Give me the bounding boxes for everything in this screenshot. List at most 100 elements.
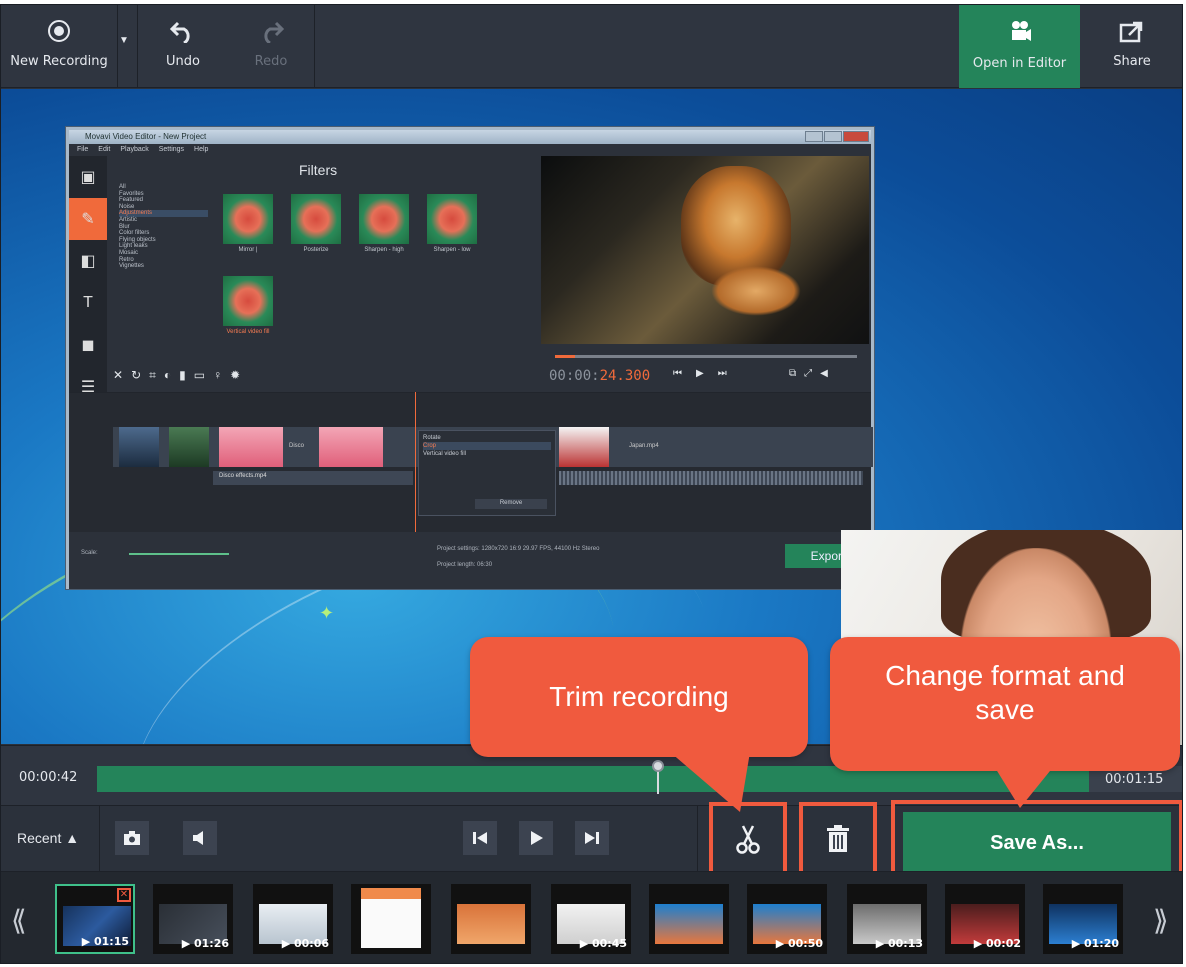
- duration-text: 00:45: [591, 937, 627, 950]
- filters-heading: Filters: [299, 162, 338, 178]
- category-item: Featured: [119, 197, 144, 204]
- image-icon: ▭: [193, 368, 206, 382]
- save-as-button[interactable]: Save As...: [903, 812, 1171, 874]
- rotate-icon: ↻: [131, 368, 142, 382]
- context-item-selected: Crop: [423, 442, 551, 450]
- scale-label: Scale:: [81, 550, 98, 556]
- scroll-left-icon[interactable]: ⟪: [11, 904, 27, 937]
- context-item: Rotate: [423, 435, 441, 441]
- recording-thumbnail[interactable]: ▶ 00:06: [253, 884, 333, 954]
- close-icon: [843, 131, 869, 142]
- camera-icon: [124, 831, 140, 845]
- filter-thumbnail: [223, 194, 273, 244]
- filter-thumbnail: [223, 276, 273, 326]
- open-in-editor-button[interactable]: Open in Editor: [959, 5, 1080, 88]
- toolbar: New Recording ▼ Undo Redo Open in Editor…: [1, 5, 1182, 88]
- project-settings: Project settings: 1280x720 16:9 29.97 FP…: [437, 546, 600, 552]
- filters-wand-icon: ✎: [69, 198, 107, 240]
- recording-thumbnail[interactable]: ▶ 00:45: [551, 884, 631, 954]
- share-icon: [1119, 21, 1143, 43]
- recording-thumbnail[interactable]: [351, 884, 431, 954]
- filter-label: Posterize: [303, 247, 329, 253]
- remove-recording-icon[interactable]: ✕: [117, 888, 131, 902]
- recording-thumbnail[interactable]: ▶ 00:02: [945, 884, 1025, 954]
- recording-thumbnail[interactable]: [451, 884, 531, 954]
- recording-thumbnail[interactable]: ▶ 01:20: [1043, 884, 1123, 954]
- filter-thumbnail: [427, 194, 477, 244]
- prev-icon: ⏮: [673, 368, 682, 379]
- new-recording-button[interactable]: New Recording: [1, 5, 117, 88]
- recording-duration: ▶ 00:50: [775, 937, 823, 950]
- color-icon: ◐: [163, 368, 172, 382]
- skip-back-button[interactable]: [463, 821, 497, 855]
- recording-thumbnail[interactable]: ▶ 00:13: [847, 884, 927, 954]
- share-button[interactable]: Share: [1080, 5, 1182, 88]
- recording-thumbnail[interactable]: ▶ 01:26: [153, 884, 233, 954]
- project-length: Project length: 06:30: [437, 562, 493, 568]
- category-item-selected: Adjustments: [119, 210, 208, 217]
- captured-editor-window: Movavi Video Editor - New Project File E…: [66, 127, 874, 589]
- windows-logo-icon: ✦: [319, 603, 335, 623]
- recording-duration: ▶ 01:20: [1071, 937, 1119, 950]
- timeline-playhead: [415, 392, 416, 532]
- filter-label: Sharpen - high: [364, 247, 404, 253]
- recording-thumbnail[interactable]: ▶ 00:50: [747, 884, 827, 954]
- recent-recordings-strip: ⟪ ✕ ▶ 01:15 ▶ 01:26 ▶ 00:06 ▶ 00:45 ▶ 00…: [1, 871, 1182, 963]
- editor-playback-controls: ⏮ ▶ ⏭: [673, 368, 727, 379]
- share-label: Share: [1113, 54, 1151, 69]
- volume-button[interactable]: [183, 821, 217, 855]
- record-icon: [48, 20, 70, 42]
- skip-back-icon: [473, 832, 487, 844]
- play-button[interactable]: [519, 821, 553, 855]
- menu-item: Edit: [98, 146, 111, 153]
- trim-callout-pointer: [670, 752, 750, 812]
- thumbnail-image: [457, 904, 525, 944]
- mic-icon: ♀: [213, 368, 223, 382]
- remove-button: Remove: [475, 499, 547, 509]
- skip-forward-button[interactable]: [575, 821, 609, 855]
- recording-thumbnail[interactable]: ✕ ▶ 01:15: [55, 884, 135, 954]
- seek-fill: [555, 355, 575, 358]
- maximize-icon: [824, 131, 842, 142]
- open-in-editor-label: Open in Editor: [972, 56, 1067, 71]
- duration-text: 01:20: [1083, 937, 1119, 950]
- stickers-icon: ◼: [81, 337, 95, 354]
- category-item: All: [119, 184, 126, 190]
- editor-view-controls: ⧉ ⤢ ◀: [789, 368, 828, 379]
- crop-icon: ⌗: [149, 368, 156, 382]
- category-item: Retro: [119, 256, 134, 263]
- filter-label: Sharpen - low: [433, 247, 471, 253]
- total-time: 00:01:15: [1105, 772, 1164, 787]
- minimize-icon: [805, 131, 823, 142]
- category-item: Noise: [119, 203, 135, 210]
- category-item: Light leaks: [119, 243, 148, 250]
- new-recording-dropdown-icon[interactable]: ▼: [119, 35, 135, 46]
- recording-duration: ▶ 00:06: [281, 937, 329, 950]
- recording-duration: ▶ 00:45: [579, 937, 627, 950]
- audio-clip-label: Disco effects.mp4: [219, 473, 267, 479]
- playhead-line: [657, 770, 659, 794]
- scroll-right-icon[interactable]: ⟫: [1153, 904, 1169, 937]
- duration-text: 01:26: [193, 937, 229, 950]
- filter-categories: All Favorites Featured Noise Adjustments…: [113, 184, 208, 354]
- recording-duration: ▶ 01:26: [181, 937, 229, 950]
- toolbar-divider: [117, 5, 118, 88]
- cut-icon: ✕: [113, 368, 124, 382]
- recording-thumbnail[interactable]: [649, 884, 729, 954]
- recent-toggle[interactable]: Recent ▲: [17, 830, 79, 846]
- editor-statusbar: Scale: Project settings: 1280x720 16:9 2…: [69, 532, 871, 589]
- filter-label: Mirror |: [238, 247, 258, 253]
- category-item: Artistic: [119, 216, 137, 223]
- redo-button[interactable]: Redo: [228, 5, 314, 88]
- context-item: Vertical video fill: [423, 451, 467, 457]
- thumbnail-image: [361, 888, 421, 948]
- snapshot-button[interactable]: [115, 821, 149, 855]
- undo-button[interactable]: Undo: [138, 5, 228, 88]
- editor-timecode: 00:00:24.300: [549, 368, 650, 384]
- scissors-icon: [736, 825, 760, 854]
- delete-button[interactable]: [799, 802, 877, 876]
- tiger-image: [711, 266, 801, 316]
- scale-slider: [129, 553, 229, 555]
- clip-context-menu: Rotate Crop Vertical video fill Remove: [418, 430, 556, 516]
- timeline-ruler: [111, 397, 867, 405]
